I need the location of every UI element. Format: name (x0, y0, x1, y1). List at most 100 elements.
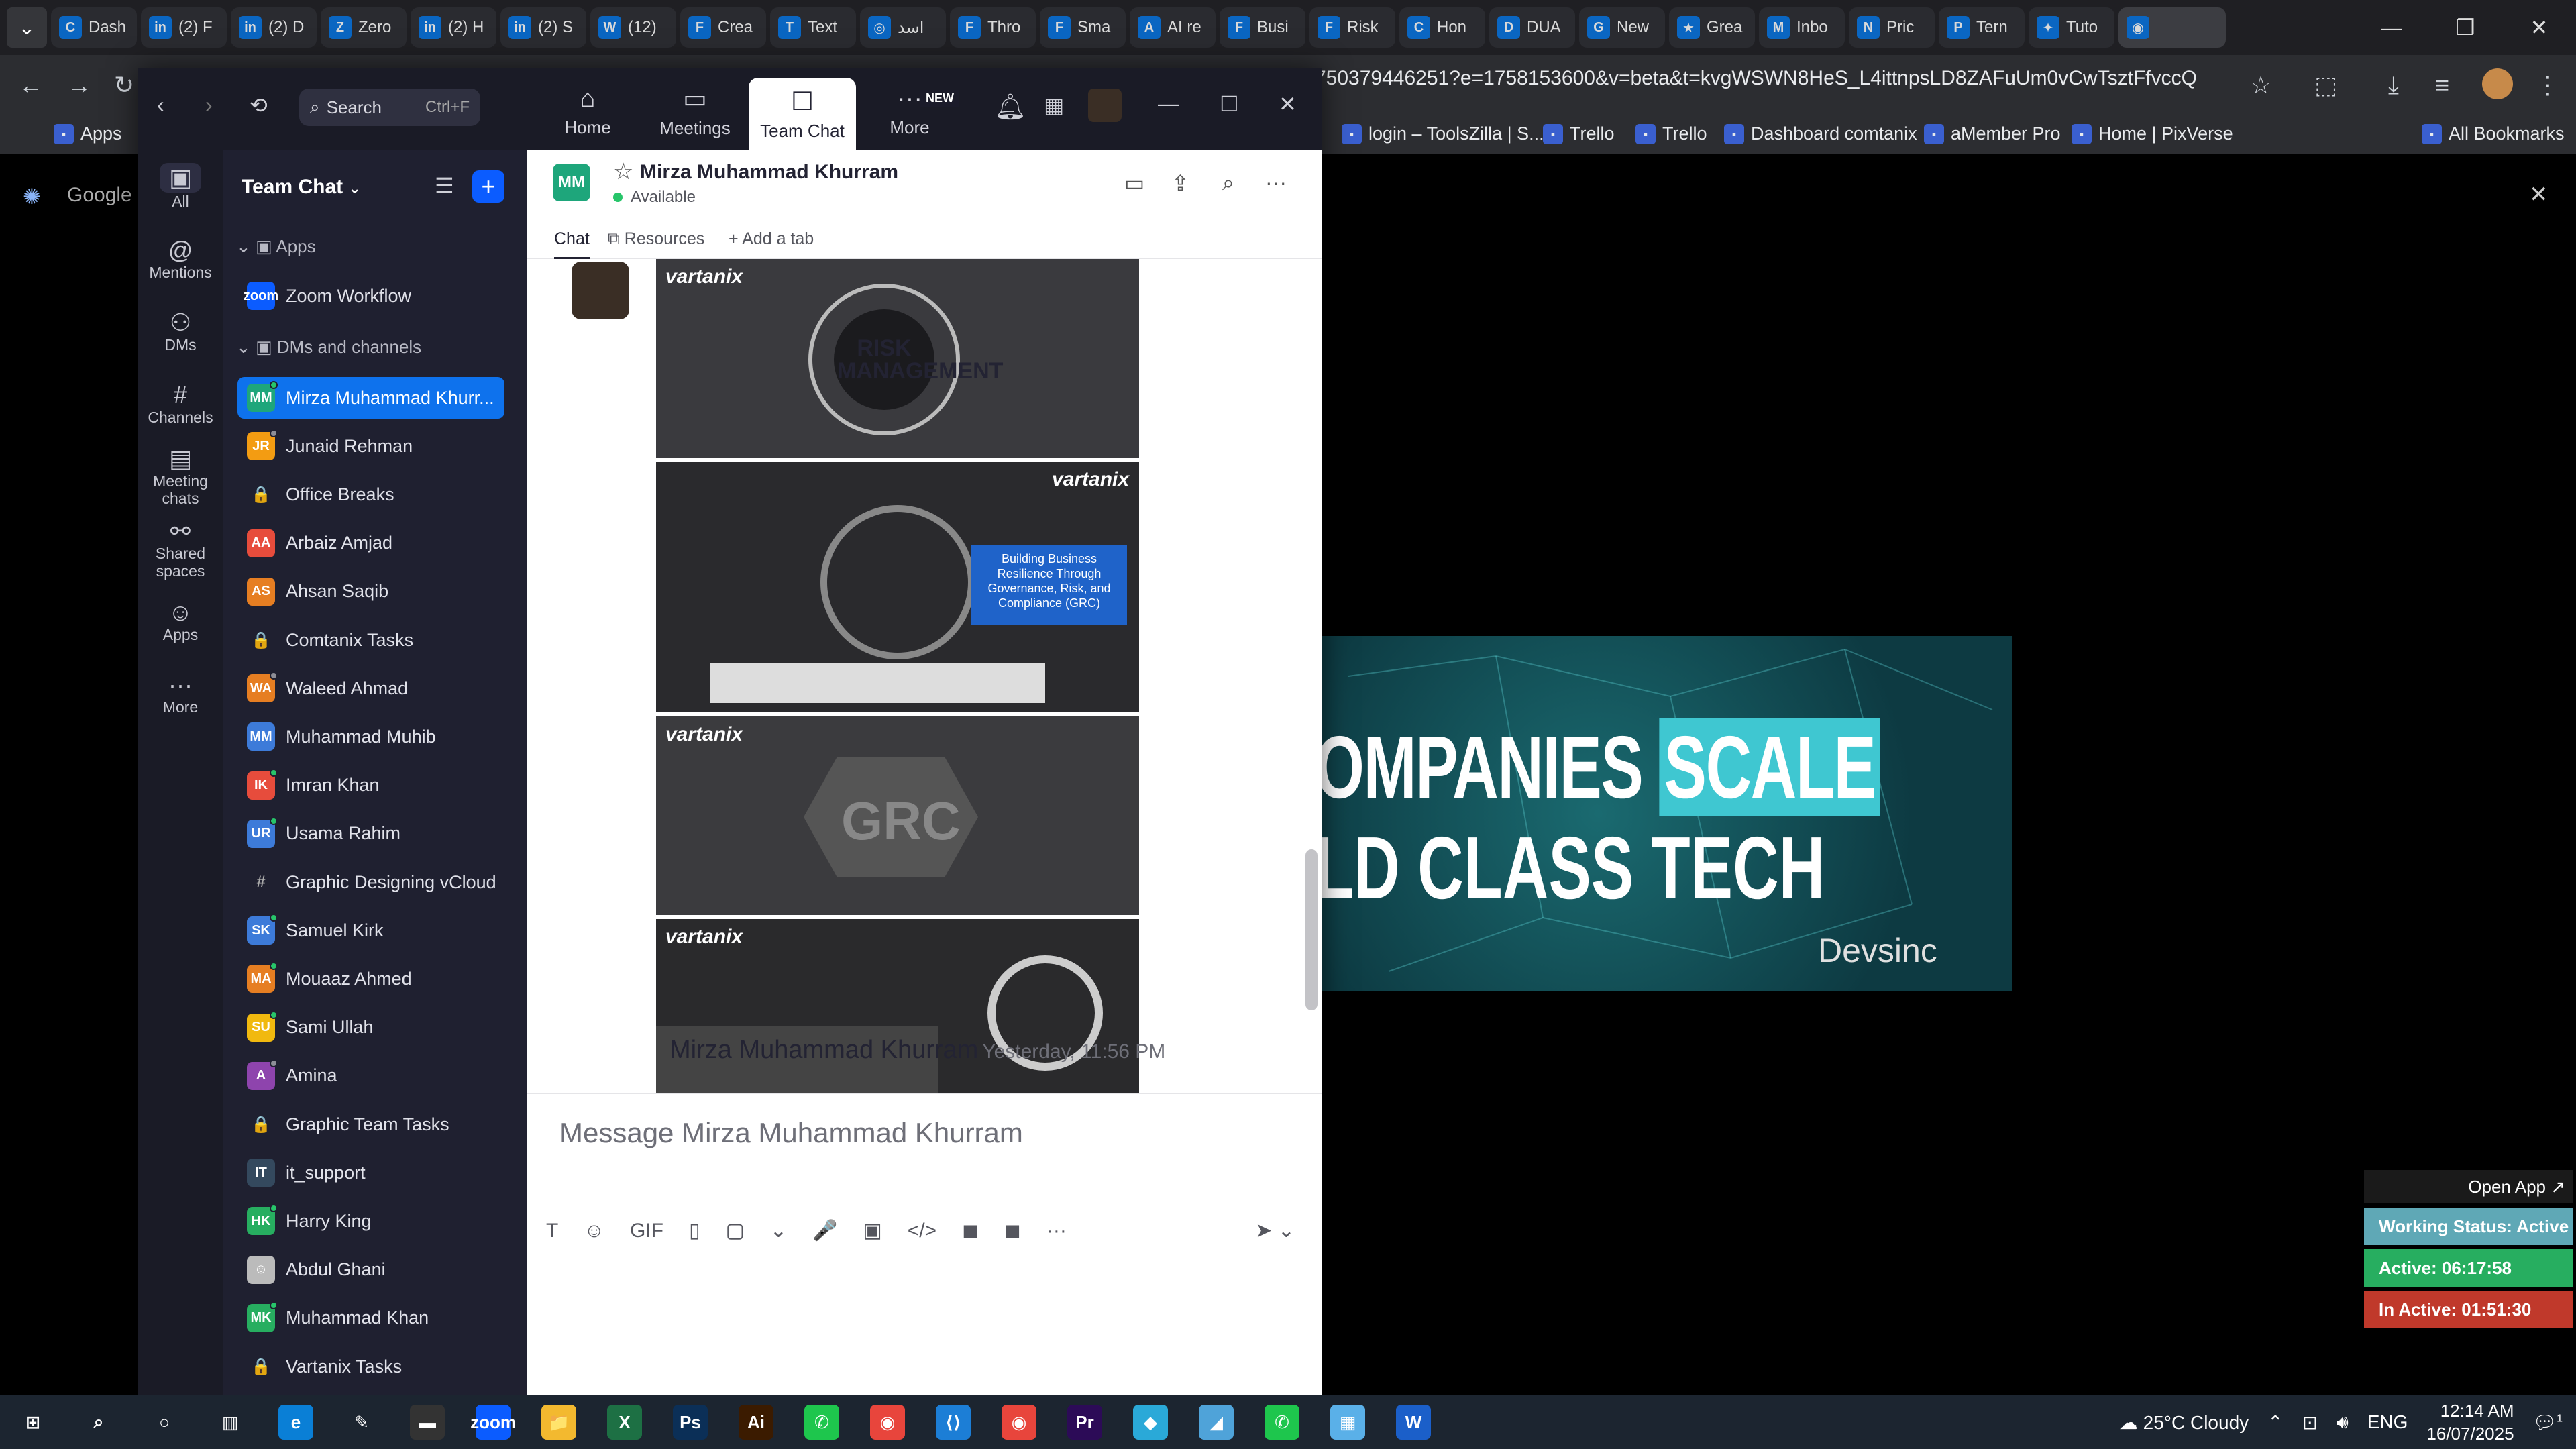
taskbar-app[interactable]: Ps (657, 1395, 723, 1449)
composer-tool[interactable]: ◼ (1004, 1219, 1021, 1242)
calendar-icon[interactable]: ▦ (1044, 93, 1064, 118)
sidebar-contact[interactable]: MA Mouaaz Ahmed (237, 958, 504, 1000)
notifications-bell-icon[interactable]: 🔔︎ (994, 93, 1026, 122)
contact-avatar[interactable]: MM (553, 164, 590, 201)
media-icon[interactable]: ≡ (2435, 71, 2449, 99)
browser-tab[interactable]: C Dash (51, 7, 137, 48)
tray-arrow-icon[interactable]: ⌃ (2267, 1411, 2283, 1434)
back-icon[interactable]: ← (19, 71, 43, 99)
top-tab[interactable]: ⌂ Home (534, 75, 641, 148)
taskbar-app[interactable]: ⌕ (66, 1395, 131, 1449)
message-composer[interactable]: Message Mirza Muhammad Khurram T ☺ GIF ▯ ▢ ⌄ 🎤… (527, 1093, 1322, 1395)
taskbar-app[interactable]: ◢ (1183, 1395, 1249, 1449)
new-chat-button[interactable]: + (472, 170, 504, 203)
browser-tab[interactable]: ◎ اسد (860, 7, 946, 48)
image-risk-management[interactable]: vartanix RISK MANAGEMENT (656, 259, 1139, 458)
sidebar-contact[interactable]: UR Usama Rahim (237, 813, 504, 855)
browser-tab[interactable]: in (2) S (500, 7, 586, 48)
bookmark-item[interactable]: ▪ Trello (1635, 123, 1707, 144)
sidebar-contact[interactable]: AA Arbaiz Amjad (237, 523, 504, 564)
browser-tab[interactable]: ★ Grea (1669, 7, 1755, 48)
tab-search-button[interactable]: ⌄ (7, 7, 47, 48)
composer-tool[interactable]: </> (908, 1220, 936, 1242)
sidebar-contact[interactable]: zoom Zoom Workflow (237, 275, 504, 317)
taskbar-app[interactable]: X (592, 1395, 657, 1449)
search-input[interactable]: ⌕ Search Ctrl+F (299, 89, 480, 126)
sidebar-contact[interactable]: AS Ahsan Saqib (237, 571, 504, 612)
download-icon[interactable]: ⤓ (2388, 71, 2399, 100)
bookmark-item[interactable]: ▪ Trello (1543, 123, 1615, 144)
tab-chat[interactable]: Chat (554, 229, 590, 260)
sidebar-contact[interactable]: MM Muhammad Muhib (237, 716, 504, 757)
tab-resources[interactable]: ⧉ Resources (608, 229, 704, 249)
sidebar-contact[interactable]: # Graphic Designing vCloud (237, 861, 504, 903)
taskbar-app[interactable]: ▥ (197, 1395, 263, 1449)
composer-tool[interactable]: ▯ (689, 1219, 700, 1242)
composer-tool[interactable]: ▣ (863, 1219, 881, 1242)
sidebar-contact[interactable]: 🔒 Graphic Team Tasks (237, 1104, 504, 1145)
browser-tab[interactable]: Z Zero (321, 7, 407, 48)
maximize-button[interactable]: ☐ (1220, 91, 1239, 117)
sidebar-title[interactable]: Team Chat ⌄ (241, 176, 361, 199)
top-tab[interactable]: ▭ Meetings (641, 75, 749, 148)
bookmark-item[interactable]: ▪ All Bookmarks (2422, 123, 2565, 144)
sidebar-contact[interactable]: WA Waleed Ahmad (237, 667, 504, 709)
browser-tab[interactable]: in (2) D (231, 7, 317, 48)
weather-icon[interactable]: ☁ 25°C Cloudy (2119, 1411, 2249, 1434)
taskbar-app[interactable]: zoom (460, 1395, 526, 1449)
taskbar-app[interactable]: W (1381, 1395, 1446, 1449)
bookmark-star-icon[interactable]: ☆ (2250, 71, 2271, 99)
video-call-icon[interactable]: ▭ (1124, 170, 1144, 196)
extensions-icon[interactable]: ⬚ (2314, 71, 2337, 99)
composer-tool[interactable]: 🎤 (812, 1219, 837, 1242)
browser-tab[interactable]: P Tern (1939, 7, 2025, 48)
clock[interactable]: 12:14 AM 16/07/2025 (2426, 1399, 2514, 1445)
image-city-justice[interactable]: vartanix (656, 919, 1139, 1093)
sidebar-contact[interactable]: HK Harry King (237, 1200, 504, 1242)
open-app-link[interactable]: Open App ↗ (2364, 1170, 2573, 1203)
bookmark-item[interactable]: ▪ Apps (54, 123, 122, 144)
rail-item[interactable]: ▣ All (138, 150, 223, 223)
rail-item[interactable]: ⚇ DMs (138, 295, 223, 368)
browser-tab[interactable]: in (2) H (411, 7, 496, 48)
restore-button[interactable]: ❐ (2428, 0, 2502, 55)
filter-icon[interactable]: ☰ (435, 173, 454, 199)
sidebar-contact[interactable]: 🔒 Office Breaks (237, 474, 504, 515)
taskbar-app[interactable]: ◆ (1118, 1395, 1183, 1449)
image-grc[interactable]: vartanix GRC (656, 716, 1139, 915)
browser-tab[interactable]: ◉ (2118, 7, 2226, 48)
network-icon[interactable]: ⊡ (2302, 1411, 2318, 1434)
rail-item[interactable]: ▤ Meeting chats (138, 440, 223, 513)
sidebar-contact[interactable]: JR Junaid Rehman (237, 425, 504, 467)
profile-avatar[interactable] (2482, 68, 2513, 99)
browser-tab[interactable]: G New (1579, 7, 1665, 48)
rail-item[interactable]: # Channels (138, 368, 223, 440)
browser-tab[interactable]: W (12) (590, 7, 676, 48)
composer-tool[interactable]: ◼ (962, 1219, 979, 1242)
taskbar-app[interactable]: ▬ (394, 1395, 460, 1449)
rail-item[interactable]: ··· More (138, 657, 223, 730)
top-tab[interactable]: ··· More NEW (856, 75, 963, 148)
sidebar-contact[interactable]: 🔒 Comtanix Tasks (237, 619, 504, 661)
search-icon[interactable]: ⌕ (1222, 170, 1234, 196)
sidebar-contact[interactable]: MK Muhammad Khan (237, 1297, 504, 1339)
section-apps[interactable]: ⌄ ▣ Apps (236, 236, 316, 257)
sidebar-contact[interactable]: IT it_support (237, 1152, 504, 1193)
browser-tab[interactable]: F Busi (1220, 7, 1305, 48)
taskbar-app[interactable]: ▦ (1315, 1395, 1381, 1449)
close-window-button[interactable]: ✕ (2502, 0, 2576, 55)
taskbar-app[interactable]: e (263, 1395, 329, 1449)
forward-icon[interactable]: → (67, 71, 91, 99)
minimize-button[interactable]: — (2355, 0, 2428, 55)
user-avatar[interactable] (1088, 89, 1122, 122)
browser-tab[interactable]: F Risk (1309, 7, 1395, 48)
reload-icon[interactable]: ↻ (114, 71, 134, 99)
bookmark-item[interactable]: ▪ Dashboard comtanix (1724, 123, 1917, 144)
menu-icon[interactable]: ⋮ (2536, 71, 2560, 99)
composer-tool[interactable]: ☺ (584, 1220, 604, 1242)
taskbar-app[interactable]: ✆ (1249, 1395, 1315, 1449)
forward-icon[interactable]: › (205, 93, 213, 117)
history-icon[interactable]: ⟲ (250, 93, 268, 118)
bookmark-item[interactable]: ▪ aMember Pro (1924, 123, 2061, 144)
browser-tab[interactable]: F Crea (680, 7, 766, 48)
